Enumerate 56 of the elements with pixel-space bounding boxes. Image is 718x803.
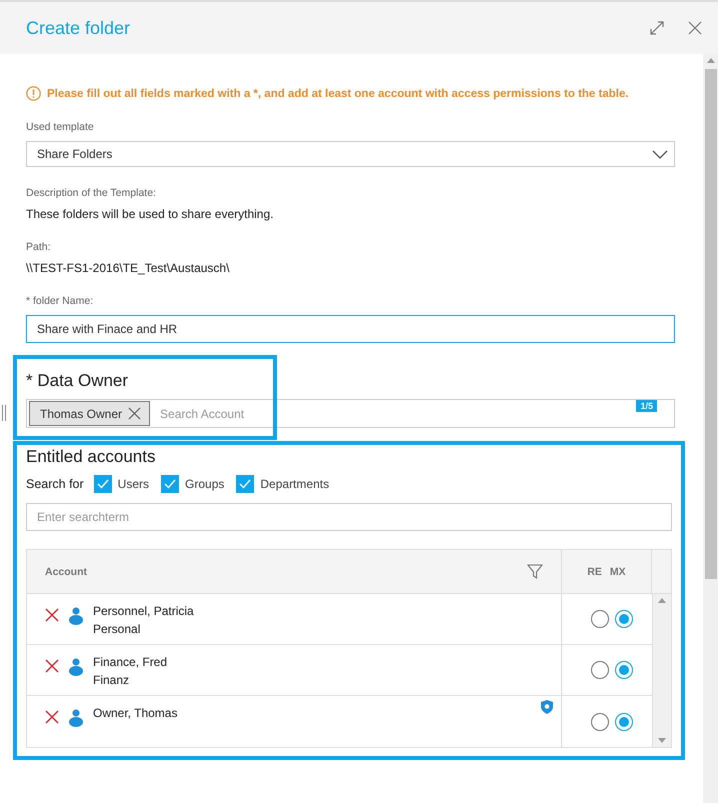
field-label: Path:: [26, 241, 52, 253]
radio-button[interactable]: [615, 610, 633, 628]
department-name: Finanz: [93, 672, 130, 689]
section-title: * Data Owner: [26, 371, 130, 391]
scroll-up-icon[interactable]: [706, 58, 714, 63]
checkmark-icon: [96, 479, 109, 489]
account-name: Owner, Thomas: [93, 705, 178, 722]
window-title: Create folder: [26, 18, 132, 38]
column-header: Account: [45, 566, 87, 578]
filter-icon[interactable]: [527, 564, 543, 580]
department-name: Personal: [93, 621, 142, 638]
path-text: \\TEST-FS1-2016\TE_Test\Austausch\: [26, 261, 230, 275]
field-label: * folder Name:: [26, 295, 94, 307]
delete-icon[interactable]: [45, 710, 59, 724]
checkmark-icon: [239, 479, 252, 489]
account-name: Personnel, Patricia: [93, 603, 194, 620]
delete-icon[interactable]: [45, 659, 59, 673]
radio-button[interactable]: [591, 661, 609, 679]
description-text: These folders will be used to share everything.: [26, 207, 274, 221]
column-header: RE: [587, 566, 602, 578]
table-scrollbar[interactable]: [652, 594, 671, 747]
folder-name-field[interactable]: Share with Finace and HR: [26, 315, 675, 343]
checkbox[interactable]: [236, 475, 254, 493]
warning-icon: [26, 86, 41, 101]
checkbox[interactable]: [161, 475, 180, 493]
maximize-icon: [650, 21, 664, 35]
scroll-up-icon[interactable]: [658, 598, 666, 603]
scrollbar[interactable]: [703, 54, 718, 803]
column-header: MX: [610, 566, 626, 578]
search-for-label: Search for: [26, 477, 84, 491]
radio-button[interactable]: [591, 712, 609, 730]
checkbox-label: Users: [118, 477, 150, 491]
count-badge: 1/5: [636, 400, 657, 412]
radio-button[interactable]: [615, 661, 633, 679]
delete-icon[interactable]: [45, 608, 59, 622]
scroll-down-icon[interactable]: [658, 738, 666, 743]
radio-button[interactable]: [615, 712, 633, 730]
field-label: Used template: [26, 121, 95, 133]
user-icon: [69, 709, 83, 727]
section-title: Entitled accounts: [26, 447, 156, 467]
resize-handle[interactable]: [2, 405, 6, 421]
account-tag: Thomas Owner: [29, 401, 150, 426]
radio-button[interactable]: [591, 610, 609, 628]
chevron-down-icon: [652, 150, 668, 158]
checkmark-icon: [164, 479, 176, 489]
checkbox-label: Groups: [185, 477, 224, 491]
template-dropdown[interactable]: Share Folders: [26, 141, 675, 167]
checkbox-label: Departments: [260, 477, 330, 491]
warning-message: Please fill out all fields marked with a *, and add at least one account with access permissions to the table.: [47, 88, 629, 100]
checkbox[interactable]: [94, 475, 112, 493]
remove-icon[interactable]: [128, 407, 142, 420]
user-icon: [69, 658, 83, 676]
close-icon: [688, 21, 702, 35]
field-label: Description of the Template:: [26, 187, 157, 199]
user-icon: [69, 607, 83, 625]
account-name: Finance, Fred: [93, 654, 168, 671]
